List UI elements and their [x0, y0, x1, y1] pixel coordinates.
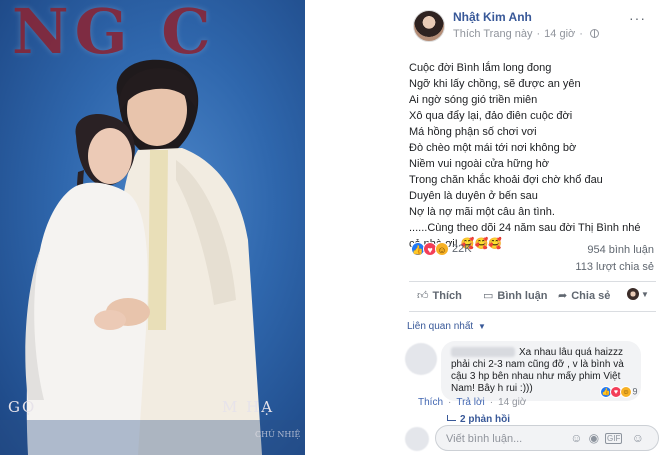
- post-line: Nợ là nợ mãi một câu ân tình.: [409, 206, 555, 218]
- globe-icon: [589, 29, 599, 38]
- post-as-selector[interactable]: ▼: [627, 288, 649, 301]
- replies-label: 2 phản hồi: [460, 414, 510, 425]
- comment-composer: Viết bình luận... ☺◉ GIF ☺: [405, 425, 659, 451]
- post-text: Cuộc đời Bình lắm long đong Ngỡ khi lấy …: [409, 60, 649, 252]
- post-header: Nhật Kim Anh Thích Trang này · 14 giờ · ···: [413, 6, 650, 46]
- post-time[interactable]: 14 giờ: [544, 28, 575, 40]
- wow-reaction-icon: ☺: [620, 386, 632, 398]
- post-line: Trong chăn khắc khoải đợi chờ khổ đau: [409, 174, 603, 186]
- reaction-summary[interactable]: 👍 ♥ ☺ 22K: [411, 242, 472, 260]
- sort-label: Liên quan nhất: [407, 321, 474, 332]
- current-user-avatar: [405, 427, 429, 451]
- like-page-link[interactable]: Thích Trang này: [453, 28, 533, 40]
- reaction-count: 22K: [452, 243, 472, 255]
- emoji-icon[interactable]: ☺: [570, 431, 588, 445]
- photo-figures: [0, 59, 305, 455]
- divider: [409, 281, 656, 282]
- post-line: Ngỡ khi lấy chồng, sẽ được an yên: [409, 78, 581, 90]
- composer-tools: ☺◉ GIF ☺: [570, 431, 650, 445]
- camera-icon[interactable]: ◉: [589, 431, 605, 445]
- comment-reaction-count: 9: [632, 386, 638, 397]
- comment-count-link[interactable]: 954 bình luận: [587, 244, 654, 256]
- user-avatar-icon: [627, 288, 639, 301]
- post-line: Đò chèo một mái tới nơi không bờ: [409, 142, 577, 154]
- comment-reactions[interactable]: 👍 ♥ ☺ 9: [600, 386, 638, 398]
- comment-label: Bình luận: [497, 290, 548, 302]
- comment-like-link[interactable]: Thích: [418, 397, 443, 408]
- more-options-button[interactable]: ···: [629, 10, 646, 26]
- chevron-down-icon: ▼: [477, 321, 486, 331]
- like-label: Thích: [432, 290, 462, 302]
- commenter-avatar[interactable]: [405, 343, 437, 375]
- share-button[interactable]: ➦ Chia sẻ: [558, 289, 610, 302]
- comment-icon: ▭: [483, 290, 494, 302]
- like-button[interactable]: 👍︎ Thích: [417, 289, 462, 302]
- post-line: Xô qua đẩy lại, đảo điên cuộc đời: [409, 110, 573, 122]
- post-line: Duyên là duyên ở bến sau: [409, 190, 538, 202]
- post-line: Cuộc đời Bình lắm long đong: [409, 62, 552, 74]
- photo-credit-left: GỌ: [8, 398, 37, 416]
- divider: [409, 311, 656, 312]
- commenter-name-blurred[interactable]: [451, 347, 515, 358]
- thumbs-up-icon: 👍︎: [417, 290, 429, 302]
- comment-placeholder: Viết bình luận...: [446, 433, 523, 445]
- comment-meta: Thích · Trả lời · 14 giờ: [418, 397, 527, 408]
- post-photo[interactable]: NG C GỌ M HẠ CHỦ NHIỆ: [0, 0, 305, 455]
- comment-reply-link[interactable]: Trả lời: [456, 397, 484, 408]
- photo-credits: GỌ M HẠ CHỦ NHIỆ: [0, 392, 305, 447]
- comment-time[interactable]: 14 giờ: [498, 397, 526, 408]
- share-label: Chia sẻ: [571, 290, 611, 302]
- comment-input[interactable]: Viết bình luận... ☺◉ GIF ☺: [435, 425, 659, 451]
- haha-reaction-icon: ☺: [435, 242, 449, 256]
- post-line: Ai ngờ sóng gió triền miên: [409, 94, 538, 106]
- view-replies-link[interactable]: 2 phản hồi: [447, 414, 510, 425]
- post-line: Niềm vui ngoài cửa hững hờ: [409, 158, 549, 170]
- photo-credit-right: M HẠ: [222, 398, 275, 416]
- post-line: Má hồng phận số chơi vơi: [409, 126, 537, 138]
- reply-arrow-icon: [447, 415, 456, 421]
- sticker-icon[interactable]: ☺: [632, 431, 650, 445]
- photo-credit-small: CHỦ NHIỆ: [255, 430, 301, 439]
- share-count-link[interactable]: 113 lượt chia sẻ: [575, 261, 654, 273]
- chevron-down-icon: ▼: [641, 289, 649, 299]
- comment-button[interactable]: ▭ Bình luận: [483, 289, 548, 302]
- author-name[interactable]: Nhật Kim Anh: [453, 10, 532, 24]
- comment-sort-dropdown[interactable]: Liên quan nhất ▼: [407, 321, 486, 332]
- post-actions: 👍︎ Thích ▭ Bình luận ➦ Chia sẻ ▼: [411, 286, 654, 308]
- post-panel: Nhật Kim Anh Thích Trang này · 14 giờ · ···…: [305, 0, 660, 455]
- author-avatar[interactable]: [413, 10, 445, 42]
- share-arrow-icon: ➦: [558, 290, 568, 302]
- gif-icon[interactable]: GIF: [605, 433, 623, 444]
- post-meta: Thích Trang này · 14 giờ ·: [453, 28, 599, 40]
